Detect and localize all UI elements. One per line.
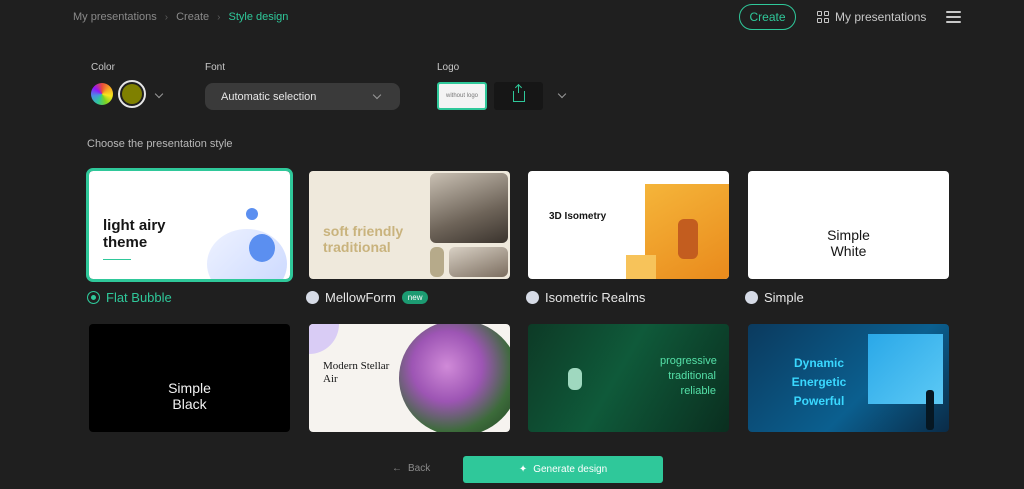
new-badge: new [401,291,429,304]
create-button[interactable]: Create [739,4,796,30]
astronaut-figure-image [568,368,582,390]
style-card-flat-bubble[interactable]: light airy theme [86,168,293,282]
color-chevron-down-icon[interactable] [154,89,164,99]
color-wheel-icon[interactable] [91,83,113,105]
breadcrumb-my-presentations[interactable]: My presentations [73,11,157,23]
style-card-progressive[interactable]: progressive traditional reliable [528,324,729,432]
logo-label: Logo [437,62,460,73]
breadcrumb: My presentations › Create › Style design [73,11,288,23]
divider-line [103,259,131,260]
section-title: Choose the presentation style [87,138,233,150]
hamburger-menu-icon[interactable] [946,11,961,23]
isometric-preview-text: 3D Isometry [549,211,607,222]
radio-icon[interactable] [306,291,319,304]
selected-color-swatch[interactable] [118,80,146,108]
style-card-simple-black[interactable]: Simple Black [89,324,290,432]
back-label: Back [408,463,431,474]
arrow-left-icon: ← [392,463,402,474]
font-select-value: Automatic selection [221,90,317,103]
my-presentations-link[interactable]: My presentations [817,10,926,24]
radio-icon[interactable] [526,291,539,304]
bubble-shape [246,208,258,220]
logo-chevron-down-icon[interactable] [557,89,567,99]
generate-design-label: Generate design [533,464,608,475]
style-option-mellowform[interactable]: MellowForm new [306,290,429,305]
dynamic-preview-text: Dynamic Energetic Powerful [791,356,847,408]
person-figure-image [678,219,698,259]
style-card-dynamic[interactable]: Dynamic Energetic Powerful [748,324,949,432]
mellowform-preview-text: soft friendly traditional [323,223,404,255]
decor-shape [430,247,444,277]
without-logo-label: without logo [445,92,479,99]
style-name: Simple [764,290,804,305]
simple-black-preview-text: Simple Black [168,380,211,412]
person-silhouette-image [926,390,934,430]
radio-icon[interactable] [745,291,758,304]
style-card-modern-stellar-air[interactable]: Modern Stellar Air [309,324,510,432]
bubble-shape [249,234,275,262]
generate-design-button[interactable]: ✦ Generate design [463,456,663,483]
style-card-simple[interactable]: Simple White [748,171,949,279]
radio-selected-icon[interactable] [87,291,100,304]
style-name: MellowForm [325,290,396,305]
style-name: Flat Bubble [106,290,172,305]
font-select[interactable]: Automatic selection [205,83,400,110]
flowers-photo-image [399,324,510,432]
progressive-preview-text: progressive traditional reliable [660,355,717,397]
breadcrumb-style-design: Style design [228,11,289,23]
breadcrumb-create[interactable]: Create [176,11,209,23]
modern-stellar-preview-text: Modern Stellar Air [323,360,390,385]
color-label: Color [91,62,115,73]
flat-bubble-preview-text: light airy theme [103,217,166,251]
simple-preview-text: Simple White [827,227,870,259]
interior-photo-image [449,247,508,277]
style-option-isometric-realms[interactable]: Isometric Realms [526,290,645,305]
style-option-simple[interactable]: Simple [745,290,804,305]
style-card-isometric-realms[interactable]: 3D Isometry [528,171,729,279]
grid-icon [817,11,829,23]
style-name: Isometric Realms [545,290,646,305]
decor-shape [626,255,656,279]
magic-wand-icon: ✦ [518,464,528,475]
upload-icon [512,84,525,102]
my-presentations-label: My presentations [835,10,927,24]
style-option-flat-bubble[interactable]: Flat Bubble [87,290,172,305]
breadcrumb-separator-icon: › [164,11,169,23]
style-card-mellowform[interactable]: soft friendly traditional [309,171,510,279]
bubble-shape [207,229,287,279]
without-logo-option[interactable]: without logo [437,82,487,110]
breadcrumb-separator-icon: › [217,11,221,23]
font-label: Font [205,62,226,73]
top-bar: My presentations › Create › Style design… [0,0,1024,36]
decor-shape [309,324,339,354]
interior-photo-image [430,173,508,243]
logo-upload-button[interactable] [494,82,543,110]
back-button[interactable]: ← Back [392,463,430,474]
